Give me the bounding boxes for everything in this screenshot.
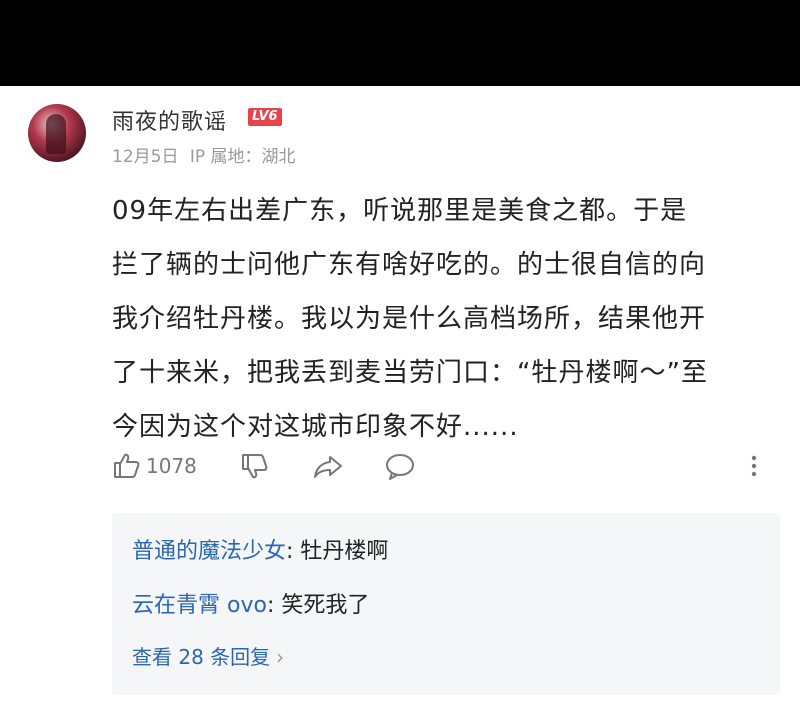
reply-item[interactable]: 普通的魔法少女: 牡丹楼啊 <box>132 533 388 565</box>
ip-location: IP 属地：湖北 <box>189 147 296 167</box>
reply-author[interactable]: 普通的魔法少女 <box>132 539 286 564</box>
reply-text: : 牡丹楼啊 <box>286 539 389 564</box>
thumbs-down-icon <box>240 451 270 481</box>
comment-card: 雨夜的歌谣 LV6 12月5日 IP 属地：湖北 09年左右出差广东，听说那里是… <box>0 86 800 708</box>
reply-author[interactable]: 云在青霄 ovo <box>132 593 267 618</box>
like-button[interactable]: 1078 <box>112 448 197 484</box>
chevron-right-icon: › <box>276 645 285 669</box>
comment-line: 今因为这个对这城市印象不好...... <box>112 412 519 442</box>
top-black-bar <box>0 0 800 86</box>
comment-bubble-icon <box>384 451 416 481</box>
comment-line: 了十来米，把我丢到麦当劳门口：“牡丹楼啊～”至 <box>112 358 708 388</box>
thumbs-up-icon <box>112 451 142 481</box>
like-count: 1078 <box>146 454 197 478</box>
reply-text: : 笑死我了 <box>266 593 370 618</box>
comment-date: 12月5日 <box>112 147 179 167</box>
more-vertical-icon <box>748 451 760 481</box>
share-icon <box>312 451 344 481</box>
action-bar: 1078 <box>112 448 792 484</box>
share-button[interactable] <box>312 448 344 484</box>
reply-item[interactable]: 云在青霄 ovo: 笑死我了 <box>132 587 369 619</box>
view-more-replies[interactable]: 查看 28 条回复 › <box>132 641 284 670</box>
comment-line: 拦了辆的士问他广东有啥好吃的。的士很自信的向 <box>112 250 707 280</box>
comment-line: 我介绍牡丹楼。我以为是什么高档场所，结果他开 <box>112 304 707 334</box>
replies-box: 普通的魔法少女: 牡丹楼啊 云在青霄 ovo: 笑死我了 查看 28 条回复 › <box>112 513 780 695</box>
view-more-label: 查看 28 条回复 <box>132 645 271 669</box>
more-button[interactable] <box>748 448 760 484</box>
dislike-button[interactable] <box>240 448 270 484</box>
comment-line: 09年左右出差广东，听说那里是美食之都。于是 <box>112 196 688 226</box>
reply-button[interactable] <box>384 448 416 484</box>
comment-text: 09年左右出差广东，听说那里是美食之都。于是 拦了辆的士问他广东有啥好吃的。的士… <box>112 184 762 454</box>
avatar[interactable] <box>28 104 86 162</box>
username[interactable]: 雨夜的歌谣 <box>112 104 227 136</box>
comment-meta: 12月5日 IP 属地：湖北 <box>112 142 296 167</box>
level-badge: LV6 <box>248 108 282 126</box>
